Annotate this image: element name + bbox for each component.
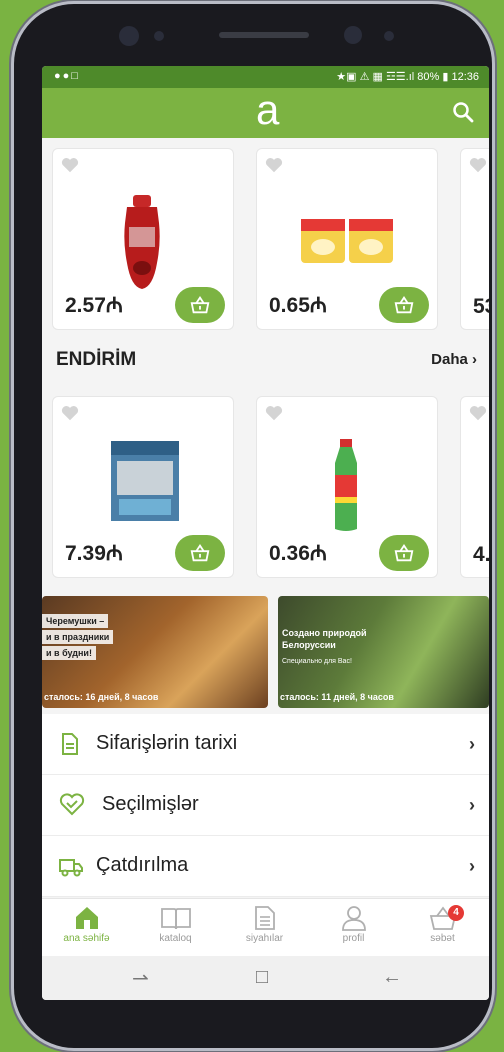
section-title-discounts: ENDİRİM [56, 349, 137, 370]
book-icon [160, 908, 191, 930]
nav-label: kataloq [159, 933, 192, 944]
list-icon [254, 906, 275, 930]
nav-label: siyahılar [245, 933, 284, 944]
product-card[interactable]: 2.57₼ [52, 148, 234, 330]
product-price: 0.65₼ [269, 294, 327, 317]
iris-scanner [344, 26, 362, 44]
status-right: ★▣ ⚠ ▦ ☲☰.ıl 80% ▮ 12:36 [336, 71, 479, 83]
basket-icon [190, 296, 210, 314]
home-icon [75, 907, 98, 929]
app-bar: a [42, 88, 489, 138]
banner-line: Белоруссии [282, 640, 336, 650]
add-to-cart-button[interactable] [379, 535, 429, 571]
back-icon[interactable]: ← [382, 966, 402, 989]
earpiece-speaker [219, 32, 309, 38]
chevron-right-icon: › [469, 795, 475, 815]
banner-line: Специально для Вас! [282, 658, 352, 665]
nav-catalog[interactable]: kataloq [131, 903, 220, 957]
chevron-right-icon: › [469, 856, 475, 876]
chevron-right-icon: › [469, 734, 475, 754]
sensor [154, 31, 164, 41]
cat-litter-package-image [111, 441, 179, 521]
nav-lists[interactable]: siyahılar [220, 903, 309, 957]
heart-icon[interactable] [61, 157, 79, 173]
nav-label: profil [342, 933, 365, 944]
document-icon [62, 733, 78, 755]
status-left-icons: ●●□ [54, 70, 80, 82]
product-row-2: 7.39₼ 0.36₼ 4.7 [42, 396, 489, 578]
nav-cart[interactable]: 4 səbət [398, 903, 487, 957]
home-button-icon[interactable]: □ [256, 966, 268, 989]
menu-item-favorites[interactable]: Seçilmişlər › [42, 775, 489, 836]
more-link[interactable]: Daha › [431, 351, 477, 368]
app-logo[interactable]: a [256, 88, 279, 132]
product-price: 2.57₼ [65, 294, 123, 317]
nav-profile[interactable]: profil [309, 903, 398, 957]
product-price: 4.7 [473, 543, 489, 566]
banner-line: и в праздники [42, 630, 114, 644]
yogurt-cups-image [301, 219, 393, 263]
add-to-cart-button[interactable] [175, 287, 225, 323]
delivery-truck-icon [59, 859, 83, 877]
product-card[interactable]: 53. [460, 148, 489, 330]
phone-frame: ●●□ ★▣ ⚠ ▦ ☲☰.ıl 80% ▮ 12:36 a 2.57₼ 0.6… [14, 4, 492, 1048]
menu-item-delivery[interactable]: Çatdırılma › [42, 836, 489, 897]
basket-icon [394, 544, 414, 562]
heart-icon[interactable] [469, 157, 487, 173]
bottom-navigation: ana səhifə kataloq siyahılar profil 4 sə… [42, 898, 489, 957]
ketchup-bottle-image [124, 195, 160, 289]
nav-home[interactable]: ana səhifə [42, 903, 131, 957]
basket-icon [190, 544, 210, 562]
heart-outline-icon [59, 793, 85, 816]
nav-label: ana səhifə [63, 933, 110, 944]
search-icon[interactable] [451, 100, 475, 124]
screen: ●●□ ★▣ ⚠ ▦ ☲☰.ıl 80% ▮ 12:36 a 2.57₼ 0.6… [42, 66, 489, 1000]
product-card[interactable]: 0.65₼ [256, 148, 438, 330]
basket-icon [394, 296, 414, 314]
banner-line: Черемушки – [42, 614, 109, 628]
product-card[interactable]: 4.7 [460, 396, 489, 578]
product-card[interactable]: 7.39₼ [52, 396, 234, 578]
nav-label: səbət [430, 933, 455, 944]
product-price: 53. [473, 295, 489, 318]
menu-item-order-history[interactable]: Sifarişlərin tarixi › [42, 714, 489, 775]
front-camera [119, 26, 139, 46]
banner-footer: сталось: 11 дней, 8 часов [280, 692, 394, 702]
banner-footer: сталось: 16 дней, 8 часов [44, 692, 159, 702]
cart-count-badge: 4 [448, 905, 464, 921]
product-row-1: 2.57₼ 0.65₼ 5 [42, 148, 489, 330]
menu-label: Seçilmişlər [102, 793, 199, 815]
heart-icon[interactable] [265, 157, 283, 173]
person-icon [341, 906, 366, 931]
status-bar: ●●□ ★▣ ⚠ ▦ ☲☰.ıl 80% ▮ 12:36 [42, 66, 489, 88]
promo-banner-bakery[interactable]: Черемушки – и в праздники и в будни! ста… [42, 596, 268, 708]
banner-line: Создано природой [282, 628, 367, 638]
add-to-cart-button[interactable] [379, 287, 429, 323]
heart-icon[interactable] [61, 405, 79, 421]
product-price: 7.39₼ [65, 542, 123, 565]
system-navigation-bar: ⇀ □ ← [42, 956, 489, 1000]
product-card[interactable]: 0.36₼ [256, 396, 438, 578]
sensor [384, 31, 394, 41]
menu-label: Sifarişlərin tarixi [96, 732, 238, 754]
recent-apps-icon[interactable]: ⇀ [132, 966, 149, 991]
menu-label: Çatdırılma [96, 854, 189, 876]
heart-icon[interactable] [265, 405, 283, 421]
product-price: 0.36₼ [269, 542, 327, 565]
banner-line: и в будни! [42, 646, 96, 660]
add-to-cart-button[interactable] [175, 535, 225, 571]
heart-icon[interactable] [469, 405, 487, 421]
promo-banner-belarus[interactable]: Создано природой Белоруссии Специально д… [278, 596, 489, 708]
soda-bottle-image [335, 439, 357, 531]
